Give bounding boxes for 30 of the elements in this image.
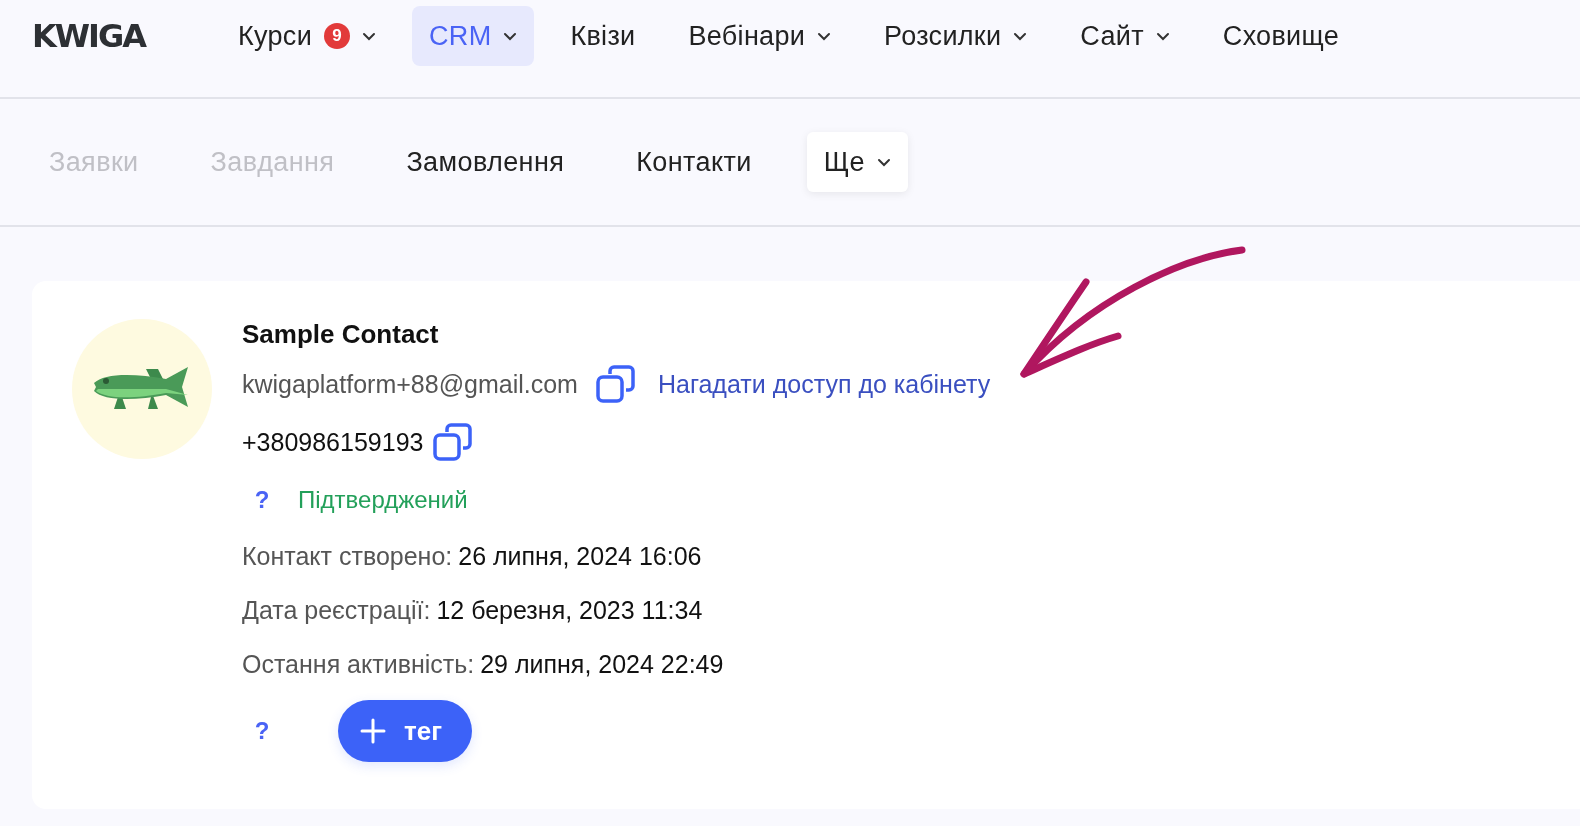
nav-tab[interactable]: Курси 9	[221, 6, 394, 66]
nav-tab[interactable]: Сайт	[1063, 6, 1187, 66]
copy-icon[interactable]	[595, 364, 636, 404]
info-label: Остання активність:	[242, 649, 475, 679]
copy-icon[interactable]	[433, 422, 474, 462]
subnav-link[interactable]: Контакти	[619, 132, 769, 192]
contact-phone: +380986159193	[242, 427, 424, 457]
info-label: Контакт створено:	[242, 541, 453, 571]
help-mark[interactable]: ?	[242, 486, 282, 514]
nav-tab[interactable]: CRM	[412, 6, 535, 66]
help-mark[interactable]: ?	[242, 717, 282, 745]
plus-icon	[360, 718, 386, 744]
logo[interactable]: KWIGA	[32, 6, 146, 66]
info-value: 29 липня, 2024 22:49	[480, 649, 724, 679]
add-tag-button[interactable]: тег	[338, 700, 473, 762]
status-label: Підтверджений	[298, 486, 468, 514]
contact-name: Sample Contact	[242, 319, 440, 351]
remind-access-link[interactable]: Нагадати доступ до кабінету	[657, 369, 991, 399]
count-badge: 9	[324, 23, 351, 49]
nav-tab[interactable]: Сховище	[1205, 6, 1356, 66]
info-value: 12 березня, 2023 11:34	[436, 595, 703, 625]
chevron-down-icon	[876, 157, 891, 167]
info-value: 26 липня, 2024 16:06	[458, 541, 702, 571]
more-menu-button[interactable]: Ще	[806, 132, 908, 192]
info-label: Дата реєстрації:	[242, 595, 431, 625]
contact-email: kwigaplatform+88@gmail.com	[242, 369, 578, 399]
subnav-link[interactable]: Замовлення	[389, 132, 582, 192]
nav-tab[interactable]: Вебінари	[671, 6, 849, 66]
nav-tab[interactable]: Розсилки	[867, 6, 1045, 66]
nav-tab[interactable]: Квізи	[553, 6, 653, 66]
